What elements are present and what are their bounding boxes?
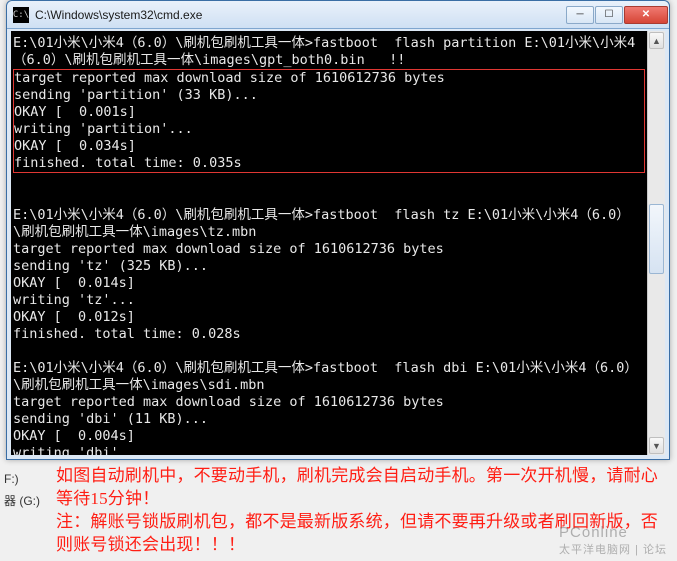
window-buttons: ─ ☐ ✕ — [566, 6, 668, 24]
note-line-2: 注：解账号锁版刷机包，都不是最新版系统，但请不要再升级或者刷回新版，否则账号锁还… — [56, 510, 669, 556]
scroll-up-button[interactable]: ▲ — [649, 32, 664, 49]
close-button[interactable]: ✕ — [624, 6, 668, 24]
scroll-track[interactable] — [649, 50, 664, 436]
drive-label-f[interactable]: F:) — [0, 466, 56, 486]
cmd-block-3: E:\01小米\小米4（6.0）\刷机包刷机工具一体>fastboot flas… — [13, 360, 638, 455]
cmd-line-1: E:\01小米\小米4（6.0）\刷机包刷机工具一体>fastboot flas… — [13, 35, 635, 68]
minimize-button[interactable]: ─ — [566, 6, 594, 24]
maximize-button[interactable]: ☐ — [595, 6, 623, 24]
window-title: C:\Windows\system32\cmd.exe — [35, 8, 566, 22]
titlebar[interactable]: C:\ C:\Windows\system32\cmd.exe ─ ☐ ✕ — [7, 1, 669, 29]
vertical-scrollbar[interactable]: ▲ ▼ — [647, 31, 665, 455]
explorer-side-labels: F:) 器 (G:) — [0, 466, 56, 506]
instruction-note: 如图自动刷机中，不要动手机，刷机完成会自启动手机。第一次开机慢，请耐心等待15分… — [56, 464, 669, 556]
drive-label-g[interactable]: 器 (G:) — [0, 486, 56, 506]
scroll-down-button[interactable]: ▼ — [649, 437, 664, 454]
note-line-1: 如图自动刷机中，不要动手机，刷机完成会自启动手机。第一次开机慢，请耐心等待15分… — [56, 464, 669, 510]
highlighted-output: target reported max download size of 161… — [13, 69, 645, 173]
cmd-window: C:\ C:\Windows\system32\cmd.exe ─ ☐ ✕ E:… — [6, 0, 670, 460]
cmd-icon: C:\ — [13, 7, 29, 23]
scroll-thumb[interactable] — [649, 204, 664, 274]
console-area: E:\01小米\小米4（6.0）\刷机包刷机工具一体>fastboot flas… — [7, 29, 669, 459]
below-window-area: F:) 器 (G:) 如图自动刷机中，不要动手机，刷机完成会自启动手机。第一次开… — [0, 462, 677, 561]
console-output[interactable]: E:\01小米\小米4（6.0）\刷机包刷机工具一体>fastboot flas… — [11, 31, 647, 455]
cmd-block-2: E:\01小米\小米4（6.0）\刷机包刷机工具一体>fastboot flas… — [13, 207, 630, 342]
